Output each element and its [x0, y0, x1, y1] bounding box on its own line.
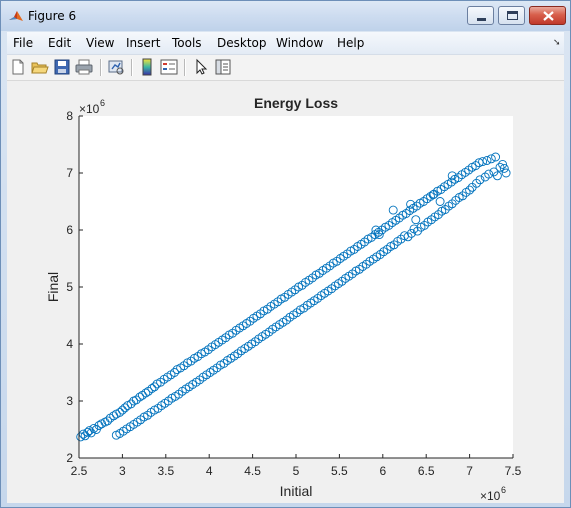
toolbar-separator — [184, 59, 186, 76]
x-tick-label: 6 — [379, 464, 386, 478]
close-button[interactable] — [529, 6, 566, 25]
y-tick-label: 4 — [66, 337, 73, 351]
open-file-icon[interactable] — [31, 58, 49, 76]
y-tick-labels: 2 3 4 5 6 7 8 — [66, 109, 73, 465]
y-tick-label: 6 — [66, 223, 73, 237]
figure-client-area: File Edit View Insert Tools Desktop Wind… — [7, 32, 564, 503]
dock-arrow-icon[interactable]: ➘ — [553, 37, 561, 48]
maximize-icon — [507, 11, 518, 20]
menu-file[interactable]: File — [13, 36, 33, 50]
chart-title: Energy Loss — [254, 95, 338, 111]
toolbar-separator — [131, 59, 133, 76]
property-inspector-icon[interactable] — [214, 58, 232, 76]
maximize-button[interactable] — [498, 6, 525, 25]
matlab-app-icon — [8, 9, 24, 24]
x-exponent-base: ×10 — [480, 489, 501, 503]
figure-canvas: 2.5 3 3.5 4 4.5 5 5.5 6 6.5 7 7.5 2 3 4 5 6 7 8 Energy L… — [7, 81, 564, 503]
window-title: Figure 6 — [28, 9, 77, 23]
x-tick-label: 5 — [293, 464, 300, 478]
print-icon[interactable] — [75, 58, 93, 76]
x-tick-label: 5.5 — [331, 464, 348, 478]
y-tick-label: 8 — [66, 109, 73, 123]
menu-help[interactable]: Help — [337, 36, 364, 50]
menu-view[interactable]: View — [86, 36, 114, 50]
x-tick-label: 3.5 — [157, 464, 174, 478]
y-tick-label: 3 — [66, 394, 73, 408]
toolbar-separator — [100, 59, 102, 76]
menu-bar: File Edit View Insert Tools Desktop Wind… — [7, 32, 564, 55]
menu-insert[interactable]: Insert — [126, 36, 160, 50]
title-bar[interactable]: Figure 6 — [1, 1, 570, 31]
axes-background — [79, 116, 513, 458]
x-axis-label: Initial — [280, 483, 313, 499]
y-exponent-base: ×10 — [79, 102, 100, 116]
x-tick-labels: 2.5 3 3.5 4 4.5 5 5.5 6 6.5 7 7.5 — [71, 464, 522, 478]
minimize-button[interactable] — [467, 6, 494, 25]
scatter-plot[interactable]: 2.5 3 3.5 4 4.5 5 5.5 6 6.5 7 7.5 2 3 4 5 6 7 8 Energy L… — [7, 81, 564, 503]
x-tick-label: 7.5 — [505, 464, 522, 478]
x-tick-label: 2.5 — [71, 464, 88, 478]
close-icon — [543, 11, 554, 21]
save-icon[interactable] — [53, 58, 71, 76]
y-axis-label: Final — [45, 272, 61, 302]
figure-window: Figure 6 File Edit View Insert Tools Des… — [0, 0, 571, 508]
menu-desktop[interactable]: Desktop — [217, 36, 267, 50]
colorbar-icon[interactable] — [138, 58, 156, 76]
x-tick-label: 7 — [466, 464, 473, 478]
x-tick-label: 4.5 — [244, 464, 261, 478]
x-tick-label: 4 — [206, 464, 213, 478]
minimize-icon — [477, 18, 486, 21]
x-exponent-power: 6 — [501, 485, 506, 495]
y-tick-label: 7 — [66, 166, 73, 180]
pointer-icon[interactable] — [192, 58, 210, 76]
menu-tools[interactable]: Tools — [172, 36, 202, 50]
menu-window[interactable]: Window — [276, 36, 323, 50]
y-exponent-power: 6 — [100, 98, 105, 108]
y-tick-label: 2 — [66, 451, 73, 465]
new-figure-icon[interactable] — [9, 58, 27, 76]
x-tick-label: 3 — [119, 464, 126, 478]
x-tick-label: 6.5 — [418, 464, 435, 478]
y-tick-label: 5 — [66, 280, 73, 294]
figure-toolbar — [7, 55, 564, 81]
menu-edit[interactable]: Edit — [48, 36, 71, 50]
legend-icon[interactable] — [160, 58, 178, 76]
link-plot-icon[interactable] — [107, 58, 125, 76]
